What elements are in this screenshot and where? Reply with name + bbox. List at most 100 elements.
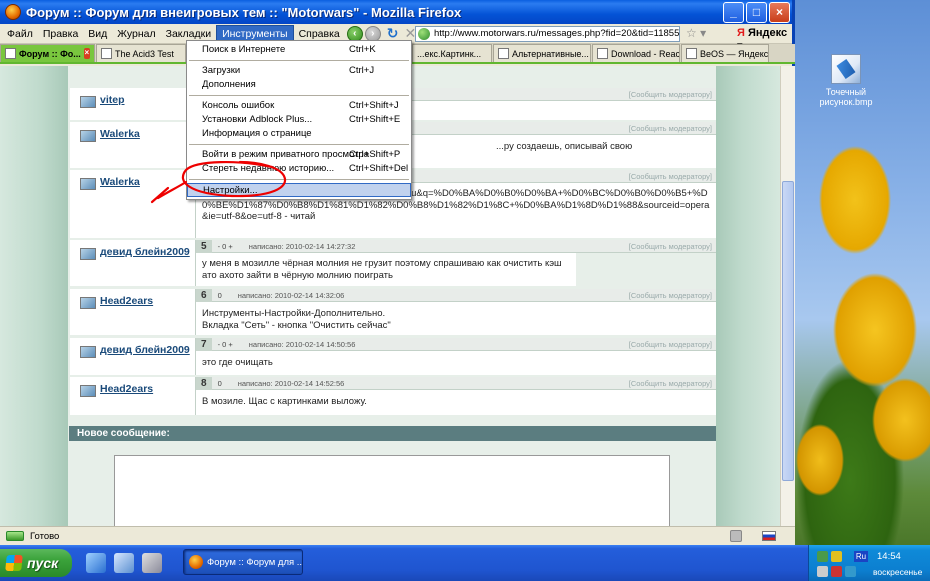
russia-flag-icon[interactable] <box>762 531 776 541</box>
author-link[interactable]: Head2ears <box>100 295 153 307</box>
taskbar: пуск Форум :: Форум для ... Ru 14:54 вос… <box>0 545 930 581</box>
start-label: пуск <box>27 555 59 571</box>
tab-download-react[interactable]: Download - React... <box>592 44 680 62</box>
menu-separator <box>189 60 409 61</box>
menu-clear-history[interactable]: Стереть недавнюю историю... Ctrl+Shift+De… <box>187 162 411 176</box>
post-header: 8 0 написано: 2010-02-14 14:52:56 [Сообщ… <box>196 376 716 390</box>
menu-private-browsing[interactable]: Войти в режим приватного просмотра Ctrl+S… <box>187 148 411 162</box>
author-link[interactable]: Head2ears <box>100 383 153 395</box>
post-author: девид блейн2009 <box>70 338 196 375</box>
url-bar[interactable]: http://www.motorwars.ru/messages.php?fid… <box>415 26 680 42</box>
menu-options[interactable]: Настройки... <box>187 183 411 197</box>
report-link[interactable]: [Сообщить модератору] <box>629 291 712 300</box>
addon-status-icon[interactable] <box>730 530 742 542</box>
report-link[interactable]: [Сообщить модератору] <box>629 242 712 251</box>
tab-close-icon[interactable]: × <box>83 48 90 59</box>
tab-yandex-images[interactable]: ...екс.Картинк... <box>412 44 492 62</box>
tab-forum[interactable]: Форум :: Фо... × <box>0 44 95 62</box>
language-indicator[interactable]: Ru <box>854 551 868 562</box>
bookmark-star-icon[interactable]: ☆ ▾ <box>686 26 706 40</box>
menu-downloads[interactable]: Загрузки Ctrl+J <box>187 64 411 78</box>
post-author: девид блейн2009 <box>70 240 196 286</box>
forum-post: Head2ears 8 0 написано: 2010-02-14 14:52… <box>70 376 716 415</box>
yandex-icon: Я <box>737 27 745 39</box>
post-date: написано: 2010-02-14 14:52:56 <box>237 378 345 388</box>
post-body: Инструменты-Настройки-Дополнительно. Вкл… <box>196 302 716 335</box>
quicklaunch-desktop-icon[interactable] <box>114 553 134 573</box>
menu-view[interactable]: Вид <box>83 26 112 42</box>
download-status-icon[interactable] <box>6 531 24 541</box>
menu-item-shortcut: Ctrl+Shift+J <box>349 100 399 111</box>
report-link[interactable]: [Сообщить модератору] <box>629 90 712 99</box>
menu-item-label: Поиск в Интернете <box>202 44 286 55</box>
post-number: 8 <box>196 376 212 390</box>
report-link[interactable]: [Сообщить модератору] <box>629 124 712 133</box>
tab-label: BeOS — Яндекс: ... <box>700 48 769 59</box>
menu-item-label: Войти в режим приватного просмотра <box>202 149 369 160</box>
tab-acid3[interactable]: The Acid3 Test <box>96 44 186 62</box>
close-button[interactable]: × <box>769 1 790 23</box>
post-author: Walerka <box>70 122 196 168</box>
tab-label: Форум :: Фо... <box>19 48 81 59</box>
tray-antivirus-icon[interactable] <box>831 566 842 577</box>
menu-item-label: Дополнения <box>202 79 256 90</box>
post-rating[interactable]: - 0 + <box>212 242 239 251</box>
menu-addons[interactable]: Дополнения <box>187 78 411 92</box>
clock-day: воскресенье <box>873 567 923 577</box>
tab-alternative[interactable]: Альтернативные... <box>493 44 591 62</box>
quicklaunch-app-icon[interactable] <box>142 553 162 573</box>
start-button[interactable]: пуск <box>0 549 72 577</box>
menu-web-search[interactable]: Поиск в Интернете Ctrl+K <box>187 43 411 57</box>
post-number: 7 <box>196 337 212 351</box>
title-bar[interactable]: Форум :: Форум для внеигровых тем :: "Mo… <box>0 0 792 24</box>
menu-file[interactable]: Файл <box>2 26 38 42</box>
tray-volume-icon[interactable] <box>817 566 828 577</box>
quicklaunch-ie-icon[interactable] <box>86 553 106 573</box>
site-identity-icon[interactable] <box>418 28 430 40</box>
minimize-button[interactable]: _ <box>723 1 744 23</box>
post-number: 6 <box>196 288 212 302</box>
tab-beos-yandex[interactable]: BeOS — Яндекс: ... <box>681 44 769 62</box>
tray-app-icon[interactable] <box>845 566 856 577</box>
post-rating[interactable]: 0 <box>212 379 228 388</box>
report-link[interactable]: [Сообщить модератору] <box>629 379 712 388</box>
author-link[interactable]: vitep <box>100 94 125 106</box>
author-link[interactable]: девид блейн2009 <box>100 246 190 258</box>
post-author: Head2ears <box>70 289 196 335</box>
author-link[interactable]: Walerka <box>100 176 140 188</box>
report-link[interactable]: [Сообщить модератору] <box>629 340 712 349</box>
tab-favicon <box>597 48 608 59</box>
menu-page-info[interactable]: Информация о странице <box>187 127 411 141</box>
tools-menu-dropdown: Поиск в Интернете Ctrl+K Загрузки Ctrl+J Д… <box>186 40 412 200</box>
taskbar-firefox-button[interactable]: Форум :: Форум для ... <box>183 549 303 575</box>
avatar <box>80 297 96 309</box>
avatar <box>80 346 96 358</box>
clock-time[interactable]: 14:54 <box>877 551 901 562</box>
desktop-icon-bitmap[interactable]: Точечный рисунок.bmp <box>818 54 874 107</box>
tab-favicon <box>686 48 697 59</box>
report-link[interactable]: [Сообщить модератору] <box>629 172 712 181</box>
menu-adblock-settings[interactable]: Установки Adblock Plus... Ctrl+Shift+E <box>187 113 411 127</box>
scrollbar-thumb[interactable] <box>782 181 794 481</box>
page-scrollbar[interactable] <box>780 66 795 526</box>
author-link[interactable]: девид блейн2009 <box>100 344 190 356</box>
maximize-button[interactable]: □ <box>746 1 767 23</box>
menu-item-shortcut: Ctrl+K <box>349 44 376 55</box>
tray-security-icon[interactable] <box>831 551 842 562</box>
tab-favicon <box>498 48 509 59</box>
menu-separator <box>189 144 409 145</box>
author-link[interactable]: Walerka <box>100 128 140 140</box>
menu-edit[interactable]: Правка <box>38 26 83 42</box>
bitmap-file-icon <box>831 54 861 84</box>
tray-network-icon[interactable] <box>817 551 828 562</box>
system-tray: Ru 14:54 воскресенье <box>808 545 930 581</box>
menu-item-shortcut: Ctrl+Shift+Del <box>349 163 409 174</box>
post-rating[interactable]: - 0 + <box>212 340 239 349</box>
new-message-textarea[interactable] <box>114 455 670 535</box>
post-body: В мозиле. Щас с картинками выложу. <box>196 390 716 415</box>
menu-history[interactable]: Журнал <box>112 26 160 42</box>
windows-logo-icon <box>5 555 23 571</box>
menu-error-console[interactable]: Консоль ошибок Ctrl+Shift+J <box>187 99 411 113</box>
post-rating[interactable]: 0 <box>212 291 228 300</box>
post-date: написано: 2010-02-14 14:27:32 <box>248 241 356 251</box>
